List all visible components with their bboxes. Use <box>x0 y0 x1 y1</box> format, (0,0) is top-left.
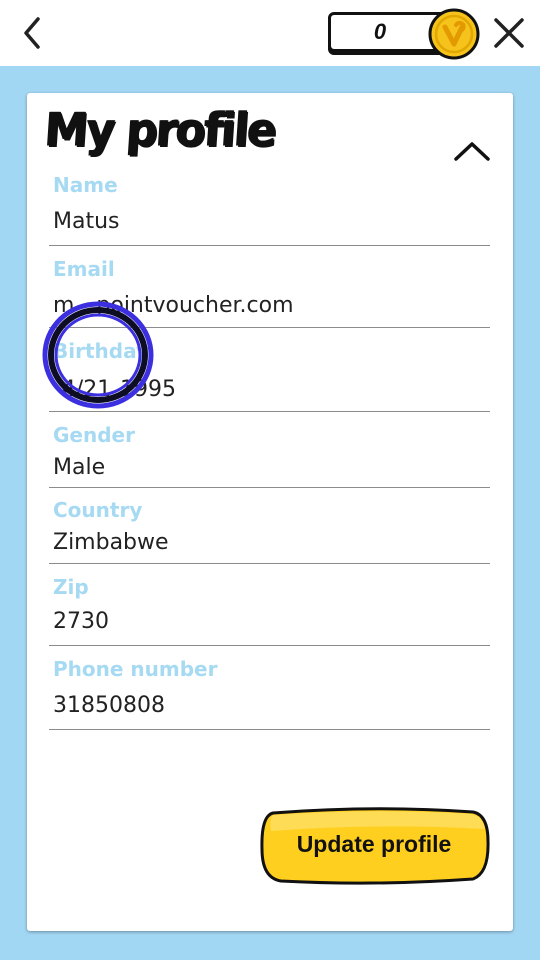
coin-count: 0 <box>373 19 387 44</box>
phone-number-value[interactable]: 31850808 <box>53 693 165 718</box>
name-value[interactable]: Matus <box>53 209 120 234</box>
chevron-left-icon <box>24 17 40 49</box>
country-field[interactable]: Country Zimbabwe <box>49 498 490 564</box>
name-field[interactable]: Name Matus <box>49 173 490 246</box>
profile-card: My profile Name Matus Email m pointvouch… <box>27 93 513 931</box>
chevron-up-icon <box>454 142 490 161</box>
birthday-label: Birthday <box>53 339 149 363</box>
phone-number-label: Phone number <box>53 657 218 681</box>
close-button[interactable] <box>488 12 530 54</box>
email-label: Email <box>53 257 115 281</box>
top-bar: 0 <box>0 0 540 66</box>
country-label: Country <box>53 498 143 522</box>
country-value[interactable]: Zimbabwe <box>53 530 169 555</box>
email-value[interactable]: m pointvoucher.com <box>53 293 294 318</box>
phone-number-field[interactable]: Phone number 31850808 <box>49 657 490 730</box>
collapse-button[interactable] <box>451 133 493 169</box>
gender-label: Gender <box>53 423 135 447</box>
gender-value[interactable]: Male <box>53 455 105 480</box>
zip-value[interactable]: 2730 <box>53 609 109 634</box>
gold-coin-icon <box>428 8 480 60</box>
update-profile-label: Update profile <box>296 830 452 857</box>
gender-field[interactable]: Gender Male <box>49 423 490 488</box>
name-label: Name <box>53 173 118 197</box>
close-icon <box>494 18 524 48</box>
zip-label: Zip <box>53 575 89 599</box>
back-button[interactable] <box>12 12 52 54</box>
email-field[interactable]: Email m pointvoucher.com <box>49 257 490 328</box>
zip-field[interactable]: Zip 2730 <box>49 575 490 646</box>
update-profile-button[interactable]: Update profile <box>259 807 490 885</box>
page-title: My profile <box>43 103 278 158</box>
birthday-field[interactable]: Birthday 4/21 1995 <box>49 339 490 412</box>
birthday-value[interactable]: 4/21 1995 <box>53 377 176 402</box>
